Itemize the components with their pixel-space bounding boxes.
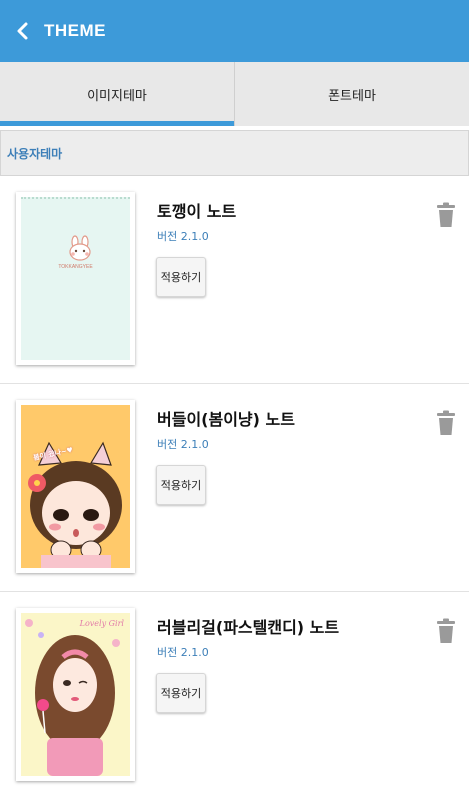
list-item[interactable]: Lovely Girl 러블리걸(파스텔캔디) 노트 버전 2.1.0 적용하기	[0, 592, 469, 800]
theme-version: 버전 2.1.0	[157, 646, 209, 659]
thumbnail-caption: Lovely Girl	[79, 619, 124, 628]
back-button[interactable]	[0, 0, 44, 62]
theme-thumbnail[interactable]: TOKKANGYEE	[16, 192, 135, 365]
theme-list: TOKKANGYEE 토깽이 노트 버전 2.1.0 적용하기 봄이 왔나~♥ …	[0, 176, 469, 800]
apply-button[interactable]: 적용하기	[156, 465, 206, 505]
chevron-left-icon	[17, 22, 28, 40]
tab-label: 폰트테마	[328, 88, 376, 104]
theme-thumbnail[interactable]: Lovely Girl	[16, 608, 135, 781]
app-bar: THEME	[0, 0, 469, 62]
trash-icon[interactable]	[436, 410, 456, 436]
trash-icon[interactable]	[436, 618, 456, 644]
trash-icon[interactable]	[436, 202, 456, 228]
tab-bar: 이미지테마 폰트테마	[0, 62, 469, 126]
theme-version: 버전 2.1.0	[157, 230, 209, 243]
thumbnail-caption: TOKKANGYEE	[58, 264, 93, 270]
cat-girl-illustration	[28, 441, 122, 568]
theme-name: 버들이(봄이냥) 노트	[157, 410, 295, 429]
theme-thumbnail[interactable]: 봄이 왔나~♥	[16, 400, 135, 573]
bunny-icon	[69, 235, 91, 261]
list-item[interactable]: TOKKANGYEE 토깽이 노트 버전 2.1.0 적용하기	[0, 176, 469, 384]
apply-button[interactable]: 적용하기	[156, 673, 206, 713]
list-item[interactable]: 봄이 왔나~♥ 버들이(봄이냥) 노트 버전 2.1.0 적용하기	[0, 384, 469, 592]
apply-button[interactable]: 적용하기	[156, 257, 206, 297]
tab-image-theme[interactable]: 이미지테마	[0, 62, 234, 126]
tab-font-theme[interactable]: 폰트테마	[234, 62, 469, 126]
theme-name: 토깽이 노트	[157, 202, 237, 221]
section-title: 사용자테마	[7, 146, 63, 161]
theme-name: 러블리걸(파스텔캔디) 노트	[157, 618, 340, 637]
section-header: 사용자테마	[0, 130, 469, 176]
lovely-girl-illustration	[25, 619, 120, 776]
tab-label: 이미지테마	[87, 88, 147, 104]
page-title: THEME	[44, 21, 106, 40]
theme-version: 버전 2.1.0	[157, 438, 209, 451]
tab-selected-indicator	[0, 121, 234, 126]
